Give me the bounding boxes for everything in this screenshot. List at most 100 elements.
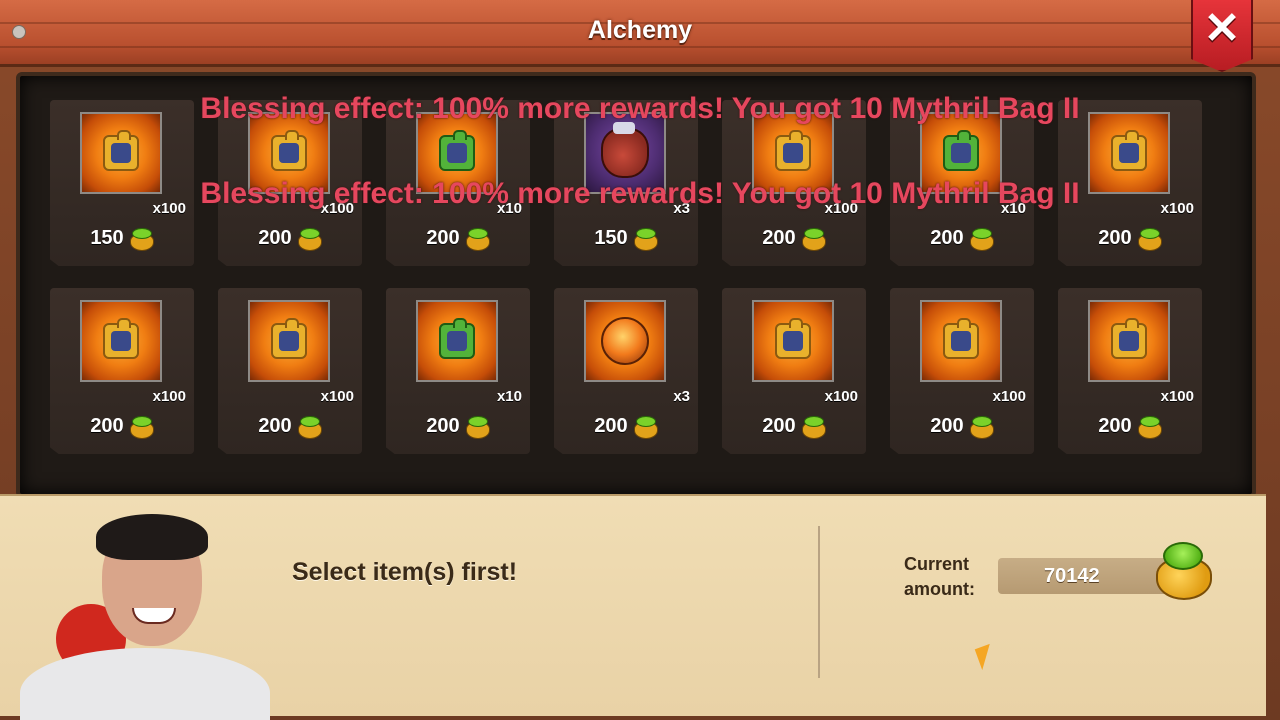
fire-orb-icon: [601, 317, 649, 365]
hero-shard-icon: [1111, 318, 1147, 359]
item-slot: [584, 112, 666, 194]
item-slot: [248, 300, 330, 382]
hero-shard-icon: [271, 130, 307, 171]
item-slot: [752, 112, 834, 194]
item-slot: [248, 112, 330, 194]
hero-shard-icon: [103, 130, 139, 171]
item-tile[interactable]: x100 200: [50, 288, 194, 454]
item-slot: [1088, 112, 1170, 194]
item-count: x10: [1000, 200, 1026, 217]
hero-shard-icon: [103, 318, 139, 359]
item-count: x10: [496, 200, 522, 217]
item-count: x100: [1160, 388, 1194, 405]
window-title: Alchemy: [587, 16, 693, 44]
item-slot: [416, 300, 498, 382]
gold-pot-icon: [464, 227, 490, 251]
current-amount-label: Current amount:: [904, 554, 975, 599]
price-row: 200: [722, 220, 866, 256]
item-tile[interactable]: x100 200: [722, 288, 866, 454]
item-tile[interactable]: x10 200: [386, 288, 530, 454]
item-count: x100: [1160, 200, 1194, 217]
item-price: 200: [594, 414, 628, 437]
item-price: 200: [90, 414, 124, 437]
item-grid: x100 150 x100 200 x10 200 x3 150 x100 200 x10 200 x1…: [16, 72, 1256, 498]
item-count: x100: [824, 200, 858, 217]
item-tile[interactable]: x10 200: [386, 100, 530, 266]
item-count: x100: [152, 200, 186, 217]
item-slot: [1088, 300, 1170, 382]
item-tile[interactable]: x3 200: [554, 288, 698, 454]
title-bar: Alchemy: [0, 0, 1280, 67]
gold-pot-icon: [968, 227, 994, 251]
hero-shard-icon: [271, 318, 307, 359]
item-slot: [920, 112, 1002, 194]
current-amount-value: 70142: [1044, 564, 1100, 587]
item-price: 200: [1098, 226, 1132, 249]
gold-pot-icon: [296, 415, 322, 439]
gear-shard-icon: [439, 318, 475, 359]
price-row: 200: [1058, 408, 1202, 444]
gear-shard-icon: [439, 130, 475, 171]
hero-shard-icon: [1111, 130, 1147, 171]
alchemy-window: Alchemy ✕ x100 150 x100 200 x10 200 x3 150 x100 2…: [0, 0, 1280, 720]
gold-pot-icon: [1136, 415, 1162, 439]
item-price: 150: [90, 226, 124, 249]
item-count: x100: [152, 388, 186, 405]
item-price: 150: [594, 226, 628, 249]
item-tile[interactable]: x10 200: [890, 100, 1034, 266]
item-slot: [80, 300, 162, 382]
gold-pot-icon: [968, 415, 994, 439]
price-row: 200: [386, 408, 530, 444]
gold-pot-icon: [1136, 227, 1162, 251]
item-tile[interactable]: x100 200: [218, 288, 362, 454]
item-slot: [80, 112, 162, 194]
price-row: 200: [722, 408, 866, 444]
price-row: 200: [1058, 220, 1202, 256]
item-count: x100: [320, 388, 354, 405]
item-price: 200: [762, 414, 796, 437]
select-items-message: Select item(s) first!: [292, 558, 518, 586]
gold-pot-icon: [632, 227, 658, 251]
gold-pot-icon: [632, 415, 658, 439]
item-tile[interactable]: x100 200: [722, 100, 866, 266]
item-slot: [416, 112, 498, 194]
item-tile[interactable]: x100 200: [890, 288, 1034, 454]
hero-shard-icon: [943, 318, 979, 359]
item-count: x100: [824, 388, 858, 405]
item-tile[interactable]: x100 200: [1058, 288, 1202, 454]
gear-shard-icon: [943, 130, 979, 171]
item-count: x100: [992, 388, 1026, 405]
item-count: x10: [496, 388, 522, 405]
item-price: 200: [930, 226, 964, 249]
item-slot: [752, 300, 834, 382]
price-row: 150: [50, 220, 194, 256]
close-button[interactable]: ✕: [1191, 0, 1253, 72]
gold-pot-icon: [800, 227, 826, 251]
price-row: 200: [386, 220, 530, 256]
price-row: 150: [554, 220, 698, 256]
item-price: 200: [1098, 414, 1132, 437]
price-row: 200: [218, 408, 362, 444]
item-price: 200: [930, 414, 964, 437]
hero-shard-icon: [775, 130, 811, 171]
price-row: 200: [890, 220, 1034, 256]
price-row: 200: [50, 408, 194, 444]
item-count: x100: [320, 200, 354, 217]
item-price: 200: [258, 414, 292, 437]
item-tile[interactable]: x100 200: [1058, 100, 1202, 266]
gold-pot-icon: [128, 227, 154, 251]
item-tile[interactable]: x3 150: [554, 100, 698, 266]
gold-pot-icon: [464, 415, 490, 439]
item-slot: [584, 300, 666, 382]
gold-pot-icon: [128, 415, 154, 439]
price-row: 200: [890, 408, 1034, 444]
item-price: 200: [426, 414, 460, 437]
item-price: 200: [426, 226, 460, 249]
gold-pot-icon: [1154, 540, 1212, 600]
item-price: 200: [762, 226, 796, 249]
item-tile[interactable]: x100 200: [218, 100, 362, 266]
item-count: x3: [673, 200, 690, 217]
streamer-webcam: [0, 512, 270, 720]
gold-pot-icon: [800, 415, 826, 439]
item-tile[interactable]: x100 150: [50, 100, 194, 266]
